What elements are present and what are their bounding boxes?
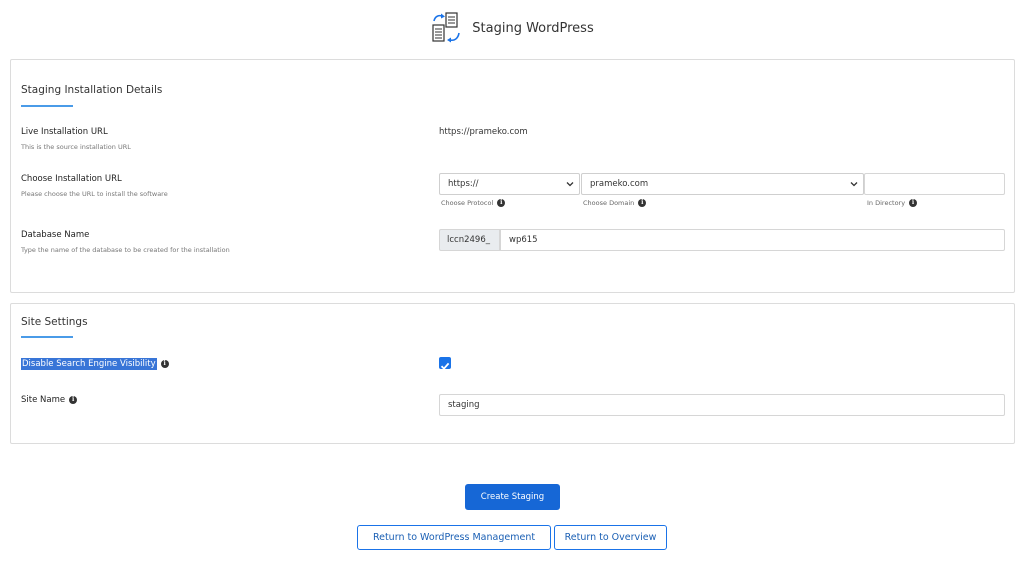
site-title-underline xyxy=(21,336,73,338)
info-icon[interactable]: i xyxy=(160,360,169,368)
return-wordpress-management-button[interactable]: Return to WordPress Management xyxy=(357,525,551,550)
info-icon[interactable]: i xyxy=(69,396,78,404)
install-url-label: Choose Installation URL xyxy=(21,174,122,184)
directory-sublabel: In Directory i xyxy=(867,199,918,207)
check-icon xyxy=(440,362,450,370)
staging-copy-icon xyxy=(432,12,461,43)
return-overview-button[interactable]: Return to Overview xyxy=(554,525,667,550)
disable-seo-checkbox[interactable] xyxy=(439,357,451,370)
chevron-down-icon xyxy=(566,182,574,187)
domain-select[interactable]: prameko.com xyxy=(581,173,864,195)
live-url-value: https://prameko.com xyxy=(439,127,528,137)
site-name-label: Site Name i xyxy=(21,395,78,405)
page-title: Staging WordPress xyxy=(472,20,594,36)
info-icon[interactable]: i xyxy=(909,199,918,207)
database-name-input[interactable]: wp615 xyxy=(500,229,1005,251)
domain-sublabel-text: Choose Domain xyxy=(583,199,635,207)
site-settings-title: Site Settings xyxy=(21,316,88,328)
info-icon[interactable]: i xyxy=(638,199,647,207)
disable-seo-label-text: Disable Search Engine Visibility xyxy=(21,358,157,370)
live-url-hint: This is the source installation URL xyxy=(21,143,131,151)
protocol-select-value: https:// xyxy=(448,179,479,189)
database-name-label: Database Name xyxy=(21,230,90,240)
details-panel-title: Staging Installation Details xyxy=(21,84,163,96)
database-name-value: wp615 xyxy=(509,235,538,245)
page-header: Staging WordPress xyxy=(0,12,1024,44)
database-name-hint: Type the name of the database to be crea… xyxy=(21,246,230,254)
site-settings-panel: Site Settings Disable Search Engine Visi… xyxy=(10,303,1015,444)
protocol-select[interactable]: https:// xyxy=(439,173,580,195)
domain-select-value: prameko.com xyxy=(590,179,649,189)
site-name-label-text: Site Name xyxy=(21,395,66,405)
directory-input[interactable] xyxy=(864,173,1005,195)
staging-details-panel: Staging Installation Details Live Instal… xyxy=(10,59,1015,293)
details-title-underline xyxy=(21,105,73,107)
domain-sublabel: Choose Domain i xyxy=(583,199,647,207)
create-staging-button[interactable]: Create Staging xyxy=(465,484,560,510)
protocol-sublabel: Choose Protocol i xyxy=(441,199,506,207)
live-url-label: Live Installation URL xyxy=(21,127,108,137)
install-url-hint: Please choose the URL to install the sof… xyxy=(21,190,168,198)
protocol-sublabel-text: Choose Protocol xyxy=(441,199,494,207)
disable-seo-label: Disable Search Engine Visibility i xyxy=(21,358,169,370)
chevron-down-icon xyxy=(850,182,858,187)
directory-sublabel-text: In Directory xyxy=(867,199,906,207)
site-name-value: staging xyxy=(448,400,480,410)
database-prefix: lccn2496_ xyxy=(439,229,500,251)
info-icon[interactable]: i xyxy=(497,199,506,207)
site-name-input[interactable]: staging xyxy=(439,394,1005,416)
